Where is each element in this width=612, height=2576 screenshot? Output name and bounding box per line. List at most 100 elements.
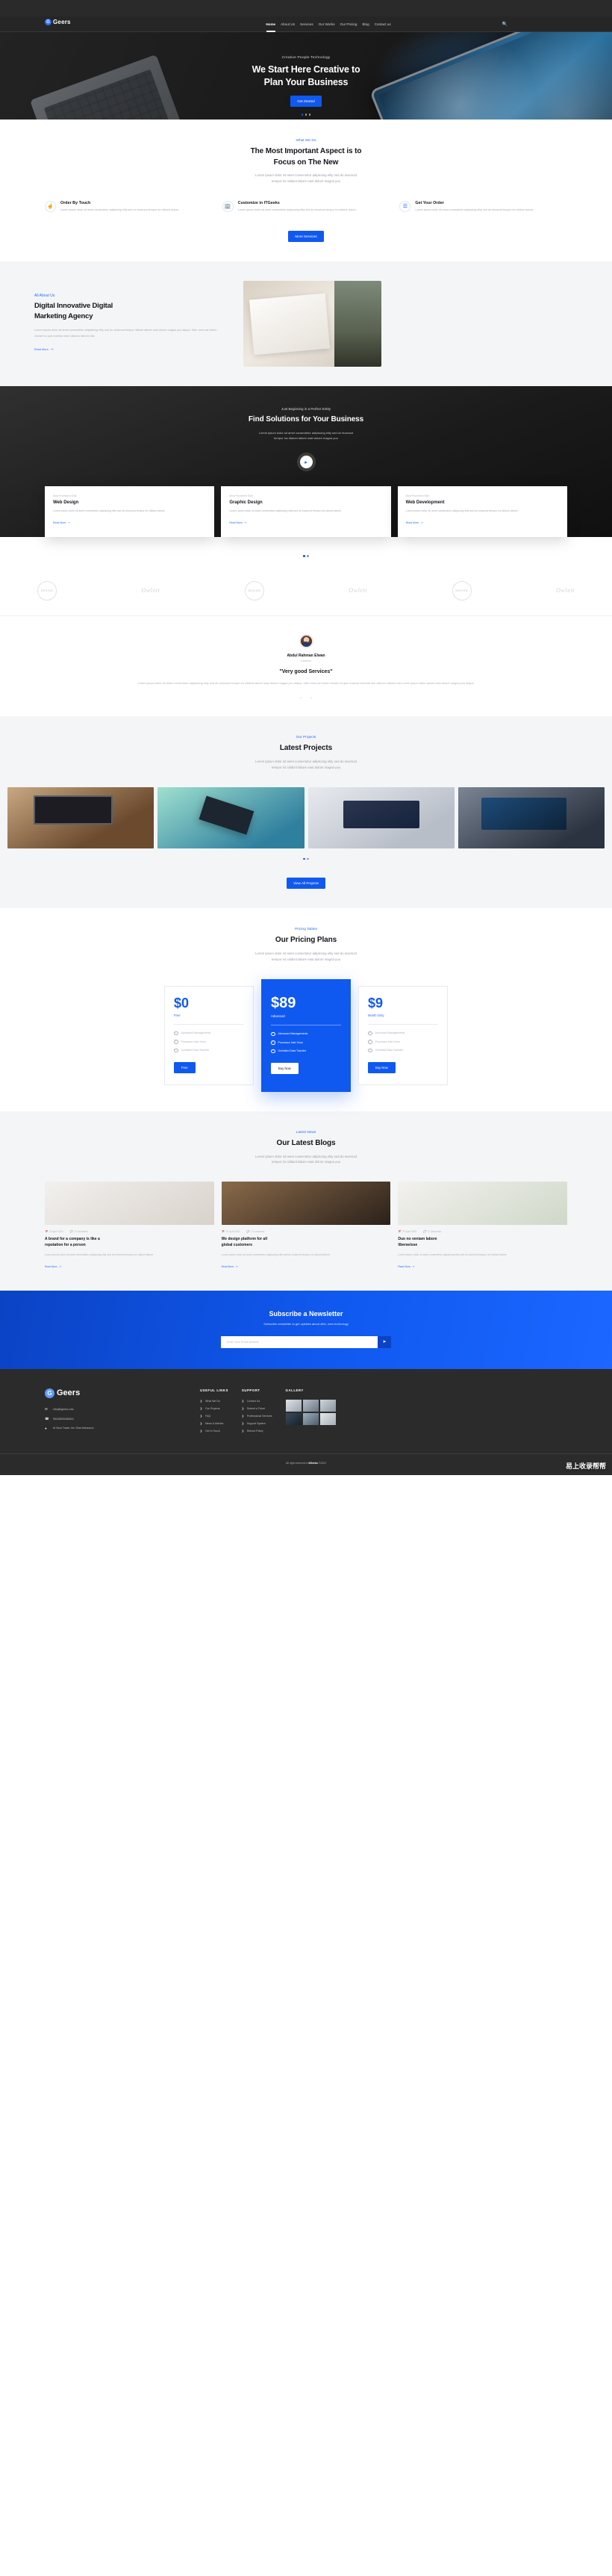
plan-feature-label: Processor Intel Xeon: [278, 1040, 303, 1044]
footer-phone[interactable]: ☎ 55048099489621: [45, 1417, 187, 1421]
project-thumbnail[interactable]: [7, 786, 154, 848]
footer-useful-links-column: USEFUL LINKS ❯ What We Do ❯ Our Projects ❯…: [200, 1388, 228, 1437]
blog-post-title-line-2: global customers: [221, 1243, 253, 1248]
carousel-dot[interactable]: [305, 114, 307, 116]
gallery-thumbnail[interactable]: [319, 1412, 336, 1425]
section-kicker: What We Do: [296, 139, 316, 143]
plan-feature: ✓ Processor Intel Xeon: [271, 1040, 341, 1045]
footer-link[interactable]: ❯ What We Do: [200, 1400, 228, 1403]
project-thumbnail[interactable]: [157, 786, 305, 848]
nav-item-home[interactable]: Home: [266, 22, 275, 26]
nav-item-about-us[interactable]: About Us: [281, 22, 295, 26]
carousel-dot[interactable]: [308, 114, 311, 116]
footer-phone-label: 55048099489621: [53, 1417, 74, 1421]
plan-feature: ✓ Processor Intel Xeon: [368, 1040, 438, 1044]
blog-post-read-more-link[interactable]: Read More.. ➞: [222, 1265, 238, 1268]
brand-logo[interactable]: G Geers: [45, 19, 71, 25]
card-subtitle: Most Prominent Side: [53, 494, 77, 498]
project-thumbnail[interactable]: [307, 786, 455, 848]
card-read-more-link[interactable]: Read More.. ➞: [406, 521, 423, 524]
footer-link[interactable]: ❯ Submit a Ticket: [242, 1407, 272, 1410]
arrow-right-icon[interactable]: →: [309, 695, 313, 700]
carousel-dot[interactable]: [307, 555, 309, 557]
card-read-more-link[interactable]: Read More.. ➞: [53, 521, 70, 524]
solutions-carousel-dots[interactable]: [0, 547, 612, 565]
feature-card[interactable]: 🏢 Customize in ITGeeks Lorem ipsum dolor…: [222, 200, 390, 213]
get-started-button[interactable]: Get Started: [290, 95, 322, 107]
gallery-thumbnail[interactable]: [319, 1399, 336, 1412]
lead-line-2: tempor inc ididunt labore east dolore ma…: [272, 179, 340, 183]
card-read-more-link[interactable]: Read More.. ➞: [229, 521, 246, 524]
gallery-thumbnail[interactable]: [302, 1399, 319, 1412]
plan-cta-button[interactable]: Buy Now: [271, 1063, 299, 1075]
card-title: Web Development: [405, 500, 445, 506]
footer-link-label: Get In Touch: [205, 1429, 220, 1433]
nav-item-contact-us[interactable]: Contact us: [375, 22, 391, 26]
pricing-card-free[interactable]: $0 Free ✓ Advanced Managements ✓ Processor…: [164, 985, 254, 1086]
footer-link[interactable]: ❯ News & Articles: [200, 1422, 228, 1425]
client-logo: DESIGN: [37, 580, 57, 600]
search-icon[interactable]: 🔍: [502, 22, 508, 27]
blog-post-card[interactable]: 📅 20 April 2020 💬 3 Comments A brand for a…: [45, 1182, 214, 1270]
blog-post-title-line-1: We design platform for all: [221, 1237, 267, 1242]
nav-item-services[interactable]: Services: [300, 22, 313, 26]
gallery-thumbnail[interactable]: [285, 1412, 302, 1425]
footer-link[interactable]: ❯ Support System: [242, 1422, 272, 1425]
view-all-projects-button[interactable]: View All Projects: [287, 878, 325, 890]
carousel-dot[interactable]: [301, 114, 304, 116]
nav-item-our-pricing[interactable]: Our Pricing: [340, 22, 357, 26]
plan-cta-button[interactable]: Buy Now: [368, 1062, 396, 1074]
plan-feature-label: Advanced Managements: [375, 1031, 405, 1035]
footer-link[interactable]: ❯ Get In Touch: [200, 1430, 228, 1433]
nav-item-our-works[interactable]: Our Works: [319, 22, 335, 26]
gallery-thumbnail[interactable]: [302, 1412, 319, 1425]
more-services-button[interactable]: More Services: [288, 231, 324, 243]
check-icon: ✓: [368, 1039, 372, 1044]
feature-card[interactable]: ☰ Get Your Order Lorem ipsum dolor sit a…: [399, 200, 567, 213]
footer-link[interactable]: ❯ FAQ: [200, 1415, 228, 1418]
footer-logo[interactable]: G Geers: [45, 1388, 187, 1398]
feature-card[interactable]: ☝ Order By Touch Lorem ipsum dolor sit a…: [45, 200, 213, 213]
newsletter-email-input[interactable]: [221, 1335, 378, 1348]
pricing-card-advanced[interactable]: $89 Advanced ✓ Advanced Managements ✓ Proc…: [261, 978, 351, 1093]
client-logo: DESIGN: [452, 580, 472, 600]
hero-carousel-dots[interactable]: [0, 114, 612, 116]
footer-email[interactable]: ✉ info@itgeeks.info: [45, 1407, 187, 1412]
pricing-card-month-only[interactable]: $9 Month Only ✓ Advanced Managements ✓ Pro…: [358, 985, 448, 1086]
client-logos: DESIGN Owlett DESIGN Owlett DESIGN Owlet…: [0, 564, 612, 616]
hand-pointer-icon: ☝: [45, 200, 56, 212]
footer-link-label: What We Do: [205, 1399, 220, 1403]
project-thumbnail[interactable]: [458, 786, 605, 848]
solution-card[interactable]: Most Prominent Side Web Design Lorem ips…: [45, 486, 215, 538]
plan-name: Month Only: [368, 1013, 384, 1017]
blog-post-card[interactable]: 📅 20 April 2020 💬 3 Comments We design pla…: [221, 1182, 391, 1270]
carousel-dot[interactable]: [303, 857, 305, 860]
gallery-thumbnail[interactable]: [285, 1399, 302, 1412]
check-icon: ✓: [271, 1040, 275, 1045]
footer-link[interactable]: ❯ Refund Policy: [242, 1430, 272, 1433]
footer-link[interactable]: ❯ Our Projects: [200, 1407, 228, 1410]
projects-grid: [0, 786, 612, 848]
footer-link[interactable]: ❯ Contact Us: [242, 1400, 272, 1403]
newsletter-submit-button[interactable]: ➤: [378, 1335, 391, 1348]
plan-feature-label: Unlimited Data Transfer: [375, 1049, 404, 1052]
logo-icon: G: [45, 19, 51, 25]
blog-post-date: 📅 20 April 2020: [45, 1230, 63, 1234]
carousel-dot[interactable]: [303, 555, 305, 557]
arrow-left-icon[interactable]: ←: [299, 695, 303, 700]
blog-post-card[interactable]: 📅 20 April 2020 💬 3 Comments Duo no veniam…: [398, 1182, 568, 1270]
play-icon[interactable]: ▸: [299, 456, 313, 469]
carousel-dot[interactable]: [307, 857, 309, 860]
nav-item-blog[interactable]: Blog: [362, 22, 369, 26]
blog-post-read-more-link[interactable]: Read More.. ➞: [398, 1265, 414, 1268]
chevron-right-icon: ❯: [241, 1414, 244, 1418]
projects-carousel-dots[interactable]: [0, 857, 612, 860]
chevron-right-icon: ❯: [200, 1429, 203, 1433]
blog-post-read-more-link[interactable]: Read More.. ➞: [45, 1265, 61, 1268]
about-read-more-link[interactable]: Read More.. ➞: [34, 347, 53, 351]
solution-card[interactable]: Most Prominent Side Web Development Lore…: [397, 486, 567, 538]
watermark: 易上收录帮帮: [565, 1462, 606, 1471]
plan-cta-button[interactable]: Free: [174, 1062, 196, 1074]
footer-link[interactable]: ❯ Professional Services: [242, 1415, 272, 1418]
solution-card[interactable]: Most Prominent Side Graphic Design Lorem…: [221, 486, 391, 538]
